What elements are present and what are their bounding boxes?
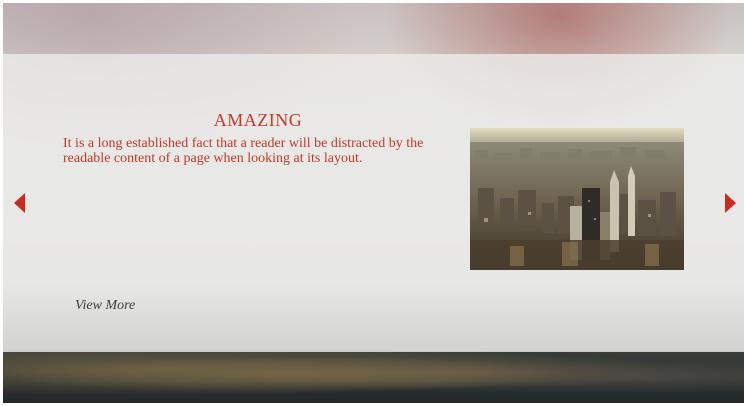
triangle-right-arrow-icon xyxy=(724,193,736,213)
slide-title: AMAZING xyxy=(213,110,303,130)
slide-image xyxy=(470,128,684,270)
next-slide-button[interactable] xyxy=(718,188,742,218)
background-blur-strip xyxy=(3,351,744,403)
slide-description: It is a long established fact that a rea… xyxy=(63,136,424,166)
previous-slide-button[interactable] xyxy=(7,188,31,218)
triangle-left-arrow-icon xyxy=(13,193,25,213)
slide-panel: AMAZING It is a long established fact th… xyxy=(3,54,744,352)
view-more-link[interactable]: View More xyxy=(75,298,135,314)
image-slider: AMAZING It is a long established fact th… xyxy=(3,3,744,403)
